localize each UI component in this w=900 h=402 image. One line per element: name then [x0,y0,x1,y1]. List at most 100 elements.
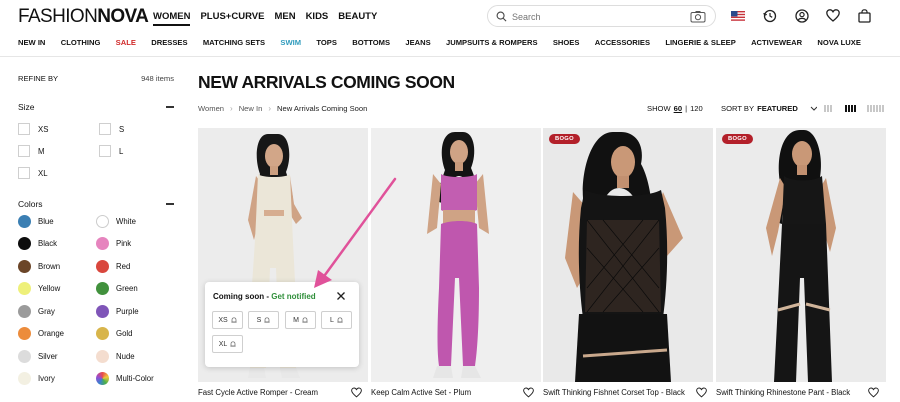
visual-search-camera-icon[interactable] [690,10,706,23]
gender-tab-women[interactable]: WOMEN [153,11,191,26]
grid-4-view-icon[interactable] [845,105,856,112]
color-swatch [18,282,31,295]
breadcrumb-new-in[interactable]: New In [239,104,263,113]
size-label: XL [218,340,228,348]
color-option-blue[interactable]: Blue [18,215,54,228]
checkbox[interactable] [18,123,30,135]
get-notified-link[interactable]: Get notified [271,292,315,301]
chevron-down-icon [810,106,817,111]
category-clothing[interactable]: CLOTHING [61,38,101,47]
wishlist-heart-icon[interactable] [868,387,879,398]
category-dresses[interactable]: DRESSES [151,38,187,47]
search-input[interactable] [512,9,672,24]
grid-6-view-icon[interactable] [867,105,884,112]
color-label: Red [116,262,131,271]
color-option-brown[interactable]: Brown [18,260,60,273]
wishlist-heart-icon[interactable] [351,387,362,398]
color-option-orange[interactable]: Orange [18,327,64,340]
category-sale[interactable]: SALE [116,38,136,47]
shopping-bag-icon[interactable] [858,9,871,23]
category-jeans[interactable]: JEANS [405,38,430,47]
color-option-multi-color[interactable]: Multi-Color [96,372,154,385]
notify-size-xl-button[interactable]: XL [212,335,243,353]
breadcrumb-women[interactable]: Women [198,104,224,113]
size-label: S [256,316,262,324]
gender-tab-men[interactable]: MEN [274,11,295,26]
breadcrumb-chevron-icon: › [230,104,233,113]
collapse-minus-icon[interactable] [166,203,174,205]
color-option-nude[interactable]: Nude [96,350,135,363]
category-nova-luxe[interactable]: NOVA LUXE [817,38,860,47]
product-name[interactable]: Swift Thinking Rhinestone Pant - Black [716,388,864,397]
checkbox[interactable] [18,145,30,157]
color-option-black[interactable]: Black [18,237,57,250]
fashion-nova-logo[interactable]: FASHIONNOVA [18,7,149,26]
category-jumpsuits-rompers[interactable]: JUMPSUITS & ROMPERS [446,38,538,47]
account-icon[interactable] [795,9,809,23]
bell-icon [231,316,237,323]
show-option-60[interactable]: 60 [674,104,682,113]
color-option-red[interactable]: Red [96,260,130,273]
size-option-xs[interactable]: XS [18,123,48,135]
color-option-purple[interactable]: Purple [96,305,139,318]
size-option-xl[interactable]: XL [18,167,48,179]
color-label: White [116,217,136,226]
color-label: Yellow [38,284,61,293]
grid-2-view-icon[interactable] [824,105,832,112]
color-option-gold[interactable]: Gold [96,327,132,340]
color-option-white[interactable]: White [96,215,136,228]
us-flag-icon[interactable] [731,11,745,21]
search-bar[interactable] [487,5,716,27]
checkbox[interactable] [99,123,111,135]
product-image-fishnet-corset-top[interactable]: BOGO [543,128,713,382]
category-accessories[interactable]: ACCESSORIES [595,38,650,47]
color-option-pink[interactable]: Pink [96,237,131,250]
size-filter-header[interactable]: Size [18,102,174,112]
category-new-in[interactable]: NEW IN [18,38,45,47]
notify-size-s-button[interactable]: S [248,311,279,329]
category-activewear[interactable]: ACTIVEWEAR [751,38,802,47]
color-option-green[interactable]: Green [96,282,138,295]
popup-title: Coming soon - Get notified [213,292,316,301]
category-bottoms[interactable]: BOTTOMS [352,38,390,47]
checkbox[interactable] [99,145,111,157]
checkbox[interactable] [18,167,30,179]
notify-size-m-button[interactable]: M [285,311,316,329]
notify-size-l-button[interactable]: L [321,311,352,329]
size-option-m[interactable]: M [18,145,45,157]
notify-size-xs-button[interactable]: XS [212,311,243,329]
colors-filter-header[interactable]: Colors [18,199,174,209]
category-swim[interactable]: SWIM [280,38,301,47]
color-option-gray[interactable]: Gray [18,305,55,318]
color-label: Purple [116,307,139,316]
sort-dropdown[interactable]: SORT BY FEATURED [721,104,817,113]
category-lingerie-sleep[interactable]: LINGERIE & SLEEP [665,38,735,47]
product-name[interactable]: Keep Calm Active Set - Plum [371,388,519,397]
wishlist-heart-icon[interactable] [523,387,534,398]
show-option-120[interactable]: 120 [690,104,703,113]
category-tops[interactable]: TOPS [316,38,337,47]
size-option-l[interactable]: L [99,145,123,157]
wishlist-heart-icon[interactable] [826,9,840,22]
wishlist-heart-icon[interactable] [696,387,707,398]
category-shoes[interactable]: SHOES [553,38,580,47]
size-label: M [293,316,299,324]
product-name[interactable]: Fast Cycle Active Romper - Cream [198,388,346,397]
show-per-page: SHOW 60 | 120 [647,104,703,113]
product-image-keep-calm-set[interactable] [371,128,541,382]
search-icon [496,11,507,22]
item-count: 948 items [141,74,174,83]
category-matching-sets[interactable]: MATCHING SETS [203,38,265,47]
color-option-silver[interactable]: Silver [18,350,58,363]
product-image-rhinestone-pant[interactable]: BOGO [716,128,886,382]
size-option-s[interactable]: S [99,123,124,135]
color-option-ivory[interactable]: Ivory [18,372,55,385]
gender-tab-kids[interactable]: KIDS [306,11,329,26]
color-option-yellow[interactable]: Yellow [18,282,60,295]
gender-tab-beauty[interactable]: BEAUTY [338,11,377,26]
gender-tab-plus-curve[interactable]: PLUS+CURVE [200,11,264,26]
product-name[interactable]: Swift Thinking Fishnet Corset Top - Blac… [543,388,691,397]
close-icon[interactable] [336,291,346,301]
collapse-minus-icon[interactable] [166,106,174,108]
history-icon[interactable] [763,9,777,23]
